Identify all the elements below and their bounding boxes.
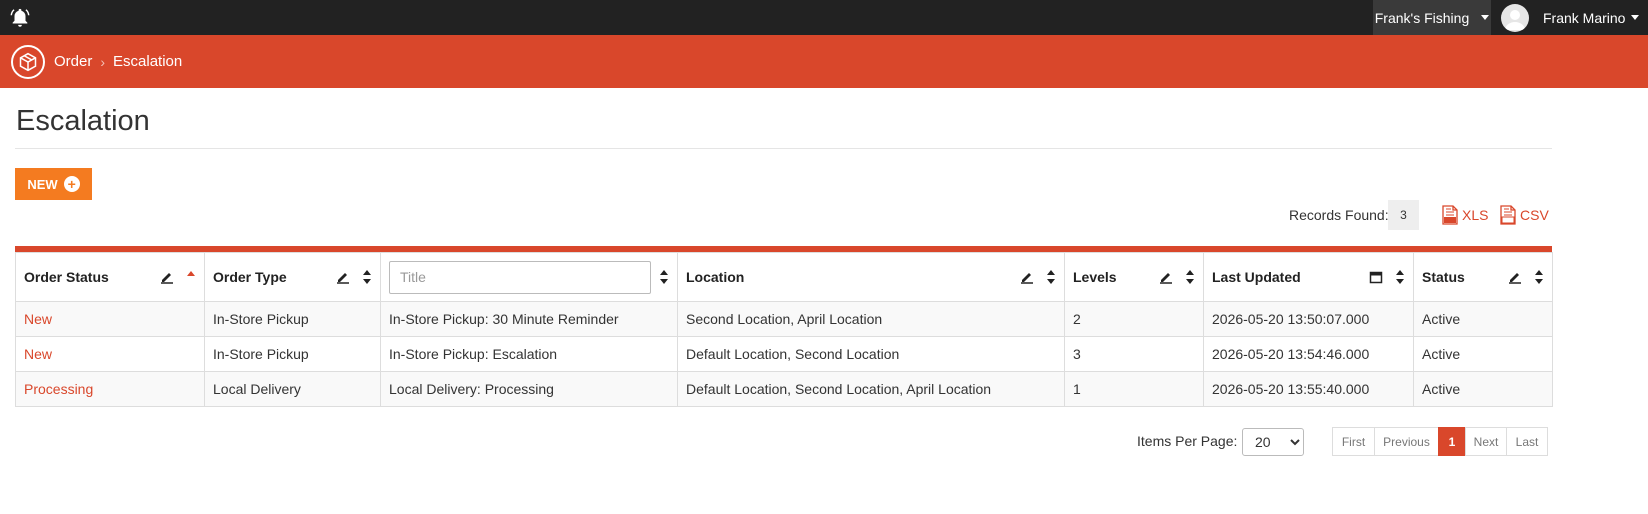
order-status-link[interactable]: New [24, 311, 52, 327]
records-count-badge: 3 [1388, 200, 1419, 230]
items-per-page-select[interactable]: 20 [1242, 428, 1304, 456]
sort-icon[interactable] [659, 269, 669, 285]
levels-cell: 2 [1064, 301, 1204, 337]
table-row[interactable]: Processing Local Delivery Local Delivery… [15, 371, 1553, 407]
location-cell: Second Location, April Location [677, 301, 1065, 337]
title-filter-input[interactable] [389, 260, 651, 294]
avatar [1501, 3, 1529, 32]
edit-filter-icon[interactable] [160, 270, 174, 284]
user-name: Frank Marino [1543, 9, 1626, 26]
edit-filter-icon[interactable] [336, 270, 350, 284]
column-status[interactable]: Status [1413, 252, 1553, 302]
levels-cell: 1 [1064, 371, 1204, 407]
items-per-page-label: Items Per Page: [1137, 433, 1238, 449]
breadcrumb-current: Escalation [113, 53, 183, 70]
column-title [380, 252, 678, 302]
order-type-cell: In-Store Pickup [204, 301, 381, 337]
caret-down-icon [1631, 15, 1640, 20]
sort-icon[interactable] [1185, 269, 1195, 285]
location-cell: Default Location, Second Location [677, 336, 1065, 372]
pager-next-button[interactable]: Next [1465, 427, 1507, 456]
edit-filter-icon[interactable] [1020, 270, 1034, 284]
last-updated-cell: 2026-05-20 13:55:40.000 [1203, 371, 1414, 407]
column-order-type[interactable]: Order Type [204, 252, 381, 302]
chevron-right-icon: › [100, 53, 106, 70]
column-label: Last Updated [1212, 269, 1301, 285]
export-xls-label: XLS [1462, 207, 1489, 223]
column-levels[interactable]: Levels [1064, 252, 1204, 302]
calendar-icon[interactable] [1369, 270, 1383, 284]
column-order-status[interactable]: Order Status [15, 252, 205, 302]
plus-circle-icon: + [63, 176, 80, 192]
column-location[interactable]: Location [677, 252, 1065, 302]
sort-icon[interactable] [1534, 269, 1544, 285]
column-label: Status [1422, 269, 1465, 285]
title-cell: In-Store Pickup: Escalation [380, 336, 678, 372]
edit-filter-icon[interactable] [1508, 270, 1522, 284]
export-xls-link[interactable]: XLS [1442, 204, 1488, 226]
order-status-link[interactable]: Processing [24, 381, 93, 397]
column-label: Order Type [213, 269, 287, 285]
package-icon [11, 44, 45, 79]
store-selector-dropdown[interactable]: Frank's Fishing [1373, 0, 1491, 35]
last-updated-cell: 2026-05-20 13:50:07.000 [1203, 301, 1414, 337]
title-cell: Local Delivery: Processing [380, 371, 678, 407]
pager-previous-button[interactable]: Previous [1374, 427, 1439, 456]
escalation-table: Order Status Order Type Title Location L… [15, 252, 1553, 407]
records-found-label: Records Found: [1289, 207, 1389, 223]
user-menu-dropdown[interactable]: Frank Marino [1495, 0, 1648, 35]
table-row[interactable]: New In-Store Pickup In-Store Pickup: Esc… [15, 336, 1553, 372]
pager-page-1-button[interactable]: 1 [1438, 427, 1466, 456]
breadcrumb-order-link[interactable]: Order [54, 53, 92, 70]
status-cell: Active [1413, 371, 1553, 407]
pager-last-button[interactable]: Last [1506, 427, 1548, 456]
sort-icon[interactable] [1046, 269, 1056, 285]
page-title: Escalation [16, 105, 150, 137]
csv-file-icon [1500, 205, 1516, 225]
pager-first-button[interactable]: First [1332, 427, 1375, 456]
xls-file-icon [1442, 205, 1458, 225]
divider [15, 148, 1552, 149]
new-button[interactable]: NEW + [15, 168, 92, 200]
column-label: Order Status [24, 269, 109, 285]
status-cell: Active [1413, 301, 1553, 337]
order-type-cell: In-Store Pickup [204, 336, 381, 372]
edit-filter-icon[interactable] [1159, 270, 1173, 284]
table-header-row: Order Status Order Type Title Location L… [15, 252, 1553, 302]
status-cell: Active [1413, 336, 1553, 372]
sort-icon[interactable] [362, 269, 372, 285]
last-updated-cell: 2026-05-20 13:54:46.000 [1203, 336, 1414, 372]
new-button-label: NEW [27, 176, 58, 192]
column-last-updated[interactable]: Last Updated [1203, 252, 1414, 302]
title-cell: In-Store Pickup: 30 Minute Reminder [380, 301, 678, 337]
export-csv-link[interactable]: CSV [1500, 204, 1549, 226]
store-name: Frank's Fishing [1374, 9, 1470, 26]
table-row[interactable]: New In-Store Pickup In-Store Pickup: 30 … [15, 301, 1553, 337]
notification-bell-icon[interactable] [0, 0, 40, 35]
order-type-cell: Local Delivery [204, 371, 381, 407]
caret-down-icon [1481, 15, 1490, 20]
column-label: Levels [1073, 269, 1117, 285]
column-label: Location [686, 269, 745, 285]
sort-asc-icon[interactable] [186, 270, 196, 284]
breadcrumb: Order › Escalation [0, 35, 1648, 88]
export-csv-label: CSV [1520, 207, 1549, 223]
sort-icon[interactable] [1395, 269, 1405, 285]
levels-cell: 3 [1064, 336, 1204, 372]
order-status-link[interactable]: New [24, 346, 52, 362]
location-cell: Default Location, Second Location, April… [677, 371, 1065, 407]
pagination: First Previous 1 Next Last [1332, 427, 1548, 456]
top-navbar: Frank's Fishing Frank Marino [0, 0, 1648, 35]
